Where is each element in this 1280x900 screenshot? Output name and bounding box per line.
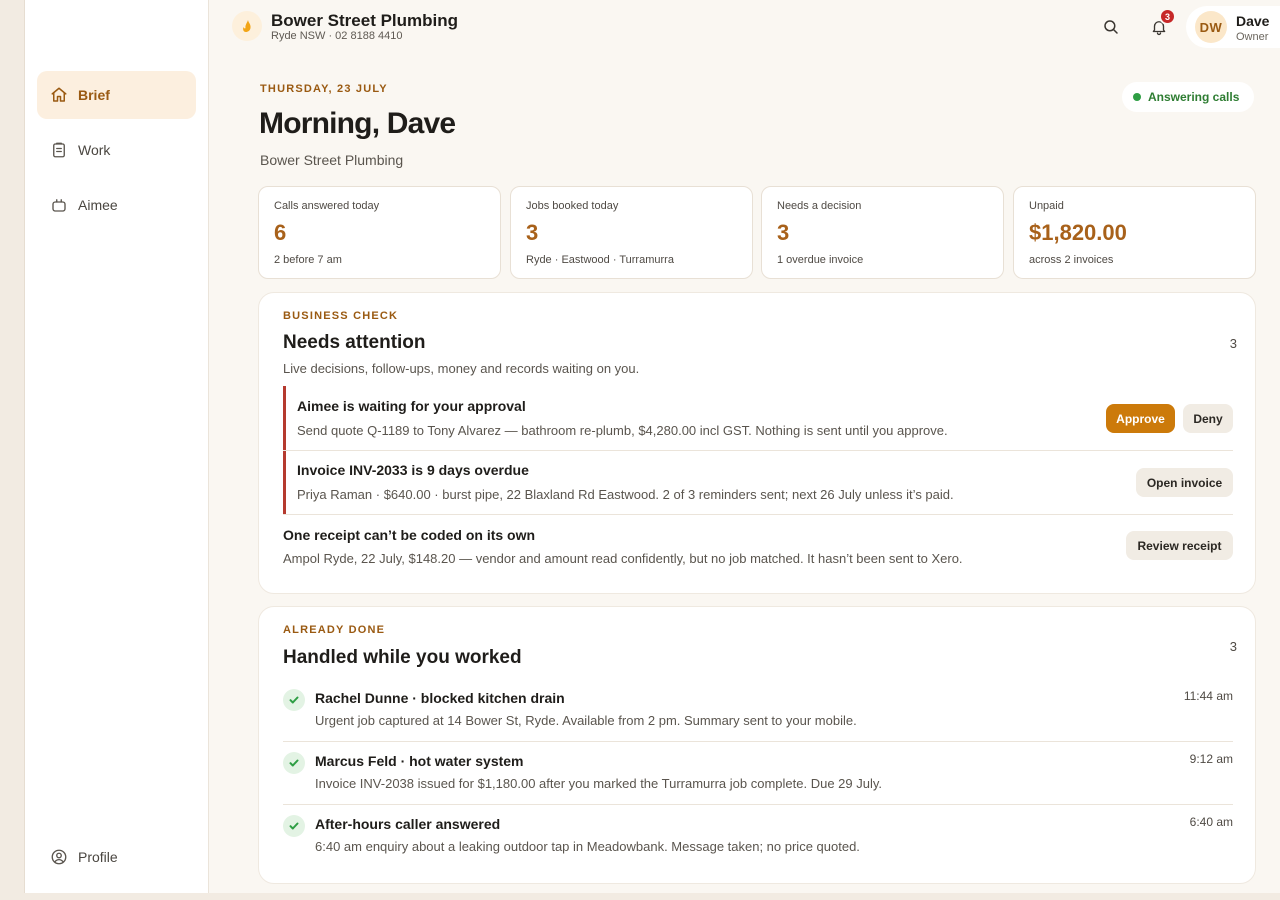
attention-item-text: Send quote Q-1189 to Tony Alvarez — bath… — [297, 423, 948, 438]
business-name: Bower Street Plumbing — [271, 11, 459, 30]
user-role: Owner — [1236, 31, 1269, 43]
attention-item-text: Ampol Ryde, 22 July, $148.20 — vendor an… — [283, 551, 963, 566]
section-count: 3 — [1229, 336, 1237, 351]
sidebar-item-profile[interactable]: Profile — [37, 833, 196, 881]
done-item-time: 9:12 am — [1189, 752, 1233, 766]
divider — [283, 741, 1233, 742]
deny-button[interactable]: Deny — [1183, 404, 1233, 433]
stat-note: Ryde · Eastwood · Turramurra — [526, 254, 674, 266]
page-title: Morning, Dave — [259, 107, 456, 140]
review-receipt-button[interactable]: Review receipt — [1126, 531, 1233, 560]
stat-value: 3 — [777, 220, 790, 245]
notifications-button[interactable]: 3 — [1146, 8, 1176, 40]
stat-card-calls[interactable]: Calls answered today 6 2 before 7 am — [258, 186, 501, 279]
done-item-text: Urgent job captured at 14 Bower St, Ryde… — [315, 713, 857, 728]
done-item-title: Rachel Dunne · blocked kitchen drain — [315, 690, 565, 706]
stat-card-jobs[interactable]: Jobs booked today 3 Ryde · Eastwood · Tu… — [510, 186, 753, 279]
sidebar-item-label: Brief — [78, 87, 110, 103]
app-window: Brief Work Aimee Profile Bower Street Pl… — [24, 0, 1280, 893]
stat-label: Unpaid — [1029, 200, 1064, 212]
stat-note: 1 overdue invoice — [777, 254, 864, 266]
attention-item-approval: Aimee is waiting for your approval Send … — [283, 386, 1233, 450]
section-eyebrow: BUSINESS CHECK — [283, 310, 399, 322]
user-circle-icon — [51, 849, 67, 865]
status-dot — [1133, 93, 1141, 101]
done-item: Marcus Feld · hot water system Invoice I… — [283, 752, 1233, 802]
notification-badge: 3 — [1159, 8, 1176, 25]
divider — [283, 804, 1233, 805]
business-logo — [232, 11, 262, 41]
attention-item-title: Aimee is waiting for your approval — [297, 398, 526, 414]
search-button[interactable] — [1098, 14, 1124, 40]
sidebar-item-label: Profile — [78, 849, 118, 865]
approve-button[interactable]: Approve — [1106, 404, 1175, 433]
sidebar-item-brief[interactable]: Brief — [37, 71, 196, 119]
stat-label: Calls answered today — [274, 200, 380, 212]
stat-card-unpaid[interactable]: Unpaid $1,820.00 across 2 invoices — [1013, 186, 1256, 279]
stat-label: Jobs booked today — [526, 200, 619, 212]
home-icon — [51, 87, 67, 102]
attention-item-title: Invoice INV-2033 is 9 days overdue — [297, 462, 529, 478]
sidebar-item-label: Aimee — [78, 197, 118, 213]
needs-attention-card: BUSINESS CHECK Needs attention 3 Live de… — [258, 292, 1256, 594]
check-icon — [283, 815, 305, 837]
already-done-card: ALREADY DONE Handled while you worked 3 … — [258, 606, 1256, 884]
sidebar-item-work[interactable]: Work — [37, 126, 196, 174]
status-label: Answering calls — [1148, 90, 1240, 104]
attention-item-text: Priya Raman · $640.00 · burst pipe, 22 B… — [297, 487, 954, 502]
section-eyebrow: ALREADY DONE — [283, 624, 386, 636]
stat-label: Needs a decision — [777, 200, 862, 212]
flame-icon — [243, 20, 251, 32]
attention-item-receipt: One receipt can’t be coded on its own Am… — [283, 515, 1233, 575]
search-icon — [1104, 20, 1118, 34]
done-item-text: Invoice INV-2038 issued for $1,180.00 af… — [315, 776, 883, 791]
stat-card-decisions[interactable]: Needs a decision 3 1 overdue invoice — [761, 186, 1004, 279]
stat-value: $1,820.00 — [1029, 220, 1127, 245]
done-item-time: 6:40 am — [1189, 815, 1233, 829]
stat-note: across 2 invoices — [1029, 254, 1114, 266]
done-item: Rachel Dunne · blocked kitchen drain Urg… — [283, 689, 1233, 739]
done-item: After-hours caller answered 6:40 am enqu… — [283, 815, 1233, 865]
user-name: Dave — [1236, 13, 1270, 29]
sidebar-item-label: Work — [78, 142, 111, 158]
clipboard-icon — [53, 142, 65, 158]
done-item-title: Marcus Feld · hot water system — [315, 753, 524, 769]
stat-note: 2 before 7 am — [274, 254, 342, 266]
done-item-time: 11:44 am — [1183, 689, 1233, 703]
sidebar: Brief Work Aimee Profile — [25, 0, 209, 893]
check-icon — [283, 752, 305, 774]
open-invoice-button[interactable]: Open invoice — [1136, 468, 1233, 497]
avatar: DW — [1195, 11, 1227, 43]
attention-item-title: One receipt can’t be coded on its own — [283, 527, 536, 543]
stat-value: 6 — [274, 220, 287, 245]
business-contact: Ryde NSW · 02 8188 4410 — [271, 30, 403, 42]
page-subtitle: Bower Street Plumbing — [260, 152, 404, 168]
sidebar-item-aimee[interactable]: Aimee — [37, 181, 196, 229]
status-badge[interactable]: Answering calls — [1122, 82, 1254, 112]
date-label: THURSDAY, 23 JULY — [260, 83, 388, 95]
done-item-title: After-hours caller answered — [315, 816, 501, 832]
check-icon — [283, 689, 305, 711]
stat-value: 3 — [526, 220, 539, 245]
section-title: Handled while you worked — [283, 647, 522, 668]
attention-item-overdue-invoice: Invoice INV-2033 is 9 days overdue Priya… — [283, 451, 1233, 514]
section-count: 3 — [1229, 639, 1237, 654]
section-description: Live decisions, follow-ups, money and re… — [283, 361, 640, 376]
assistant-icon — [52, 199, 66, 212]
user-menu[interactable]: DW Dave Owner — [1186, 6, 1280, 48]
section-title: Needs attention — [283, 332, 426, 353]
done-item-text: 6:40 am enquiry about a leaking outdoor … — [315, 839, 860, 854]
